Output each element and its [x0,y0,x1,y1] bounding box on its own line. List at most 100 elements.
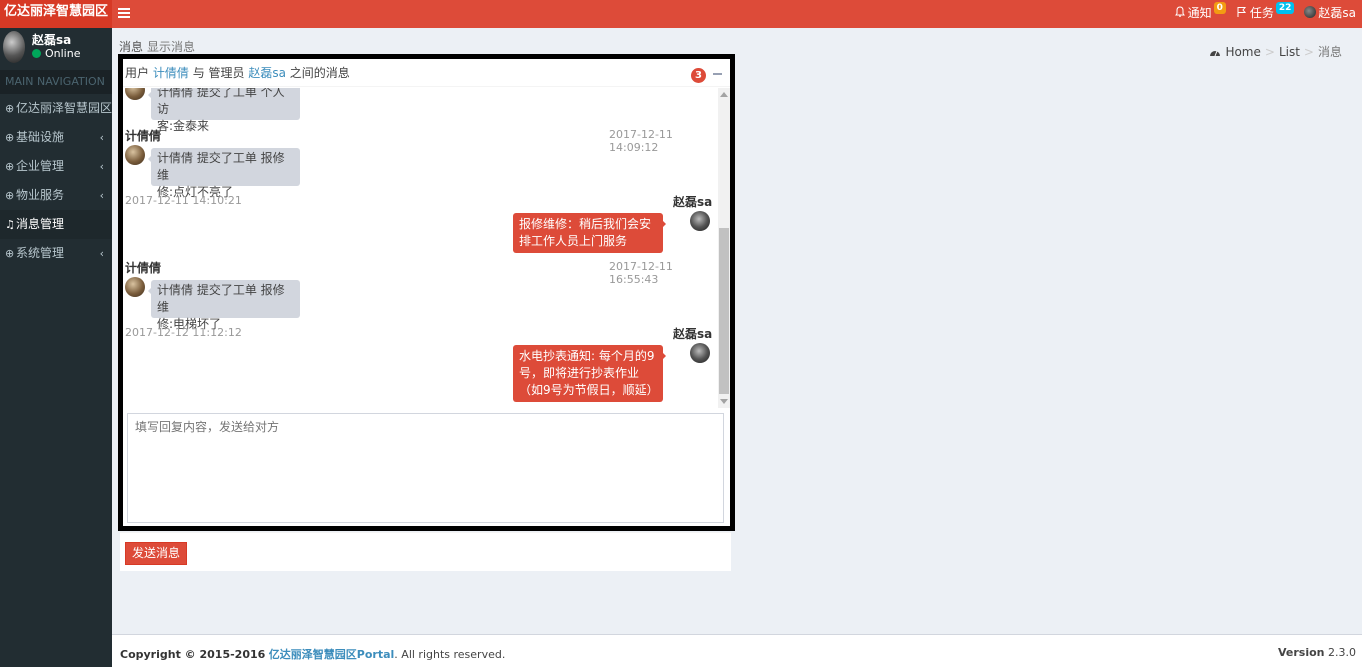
user-avatar [125,145,145,165]
chat-header-suffix: 之间的消息 [289,66,350,80]
tasks-count-badge: 22 [1275,2,1295,14]
top-navbar: 通知 0 任务 22 赵磊sa [112,0,1362,28]
bell-icon [1174,6,1185,17]
dashboard-icon: ⊕ [5,247,15,260]
sidebar-item-label: 基础设施 [16,130,65,144]
collapse-icon[interactable] [713,73,722,75]
user-avatar [125,277,145,297]
message-line: 排工作人员上门服务 [519,234,628,248]
sidebar-item-label: 系统管理 [16,246,65,260]
scroll-up-icon[interactable] [720,92,728,97]
sidebar-user-name: 赵磊sa [32,33,72,47]
message-time: 2017-12-11 14:10:21 [125,194,242,207]
user-status[interactable]: Online [32,47,80,60]
chevron-left-icon: ‹ [99,131,104,144]
user-panel: 赵磊sa Online [0,28,112,70]
message-sender: 赵磊sa [673,195,713,209]
version-label: Version [1277,646,1325,659]
footer-brand-link[interactable]: 亿达丽泽智慧园区Portal [269,648,395,661]
chat-messages[interactable]: 计倩倩 提交了工单 个人访 客:金泰来 计倩倩 2017-12-11 14:09… [123,88,718,408]
scroll-down-icon[interactable] [720,399,728,404]
copyright: Copyright © 2015-2016 亿达丽泽智慧园区Portal. Al… [120,646,505,662]
breadcrumb: Home > List > 消息 [1209,43,1342,60]
dashboard-icon: ⊕ [5,189,15,202]
dashboard-icon: ⊕ [5,131,15,144]
message-bubble: 报修维修：稍后我们会安 排工作人员上门服务 [513,213,666,253]
send-message-button[interactable]: 发送消息 [125,542,188,565]
user-menu-name: 赵磊sa [1318,5,1356,20]
chevron-left-icon: ‹ [99,189,104,202]
sidebar-item-label: 消息管理 [16,217,65,231]
top-nav-menu: 通知 0 任务 22 赵磊sa [1174,0,1356,24]
online-status-icon [32,49,41,58]
chat-header: 用户 计倩倩 与 管理员 赵磊sa 之间的消息 3 [123,59,730,87]
sidebar-item-label: 企业管理 [16,159,65,173]
message-bubble: 水电抄表通知: 每个月的9 号，即将进行抄表作业 （如9号为节假日，顺延） [513,345,666,402]
chat-header-prefix: 用户 [125,66,150,80]
sidebar-item-label: 物业服务 [16,188,65,202]
copyright-text: Copyright © 2015-2016 [120,648,266,661]
breadcrumb-home[interactable]: Home [1225,45,1260,59]
breadcrumb-list[interactable]: List [1279,45,1300,59]
message-line: 报修维修：稍后我们会安 [519,217,652,231]
version-info: Version 2.3.0 [1278,646,1356,659]
sidebar-item-enterprise[interactable]: ⊕ 企业管理 ‹ [0,152,112,181]
chevron-left-icon: ‹ [99,160,104,173]
dashboard-icon [1210,50,1221,56]
sidebar-item-property[interactable]: ⊕ 物业服务 ‹ [0,181,112,210]
message-time: 2017-12-11 16:55:43 [609,260,673,286]
page-title-text: 消息 [119,40,144,54]
message-time: 2017-12-12 11:12:12 [125,326,242,339]
user-avatar-small [1304,6,1317,18]
sidebar: 赵磊sa Online MAIN NAVIGATION ⊕ 亿达丽泽智慧园区 ⊕ 基… [0,28,112,667]
sidebar-item-messages[interactable]: ♫消息管理 [0,210,112,239]
message-line: 号，即将进行抄表作业 [519,366,640,380]
sidebar-item-park[interactable]: ⊕ 亿达丽泽智慧园区 [0,94,112,123]
user-status-label: Online [45,47,81,60]
message-line: 计倩倩 提交了工单 报修维 [157,283,285,314]
message-line: 客:金泰来 [157,119,210,133]
sidebar-item-infrastructure[interactable]: ⊕ 基础设施 ‹ [0,123,112,152]
user-avatar [3,31,25,63]
dashboard-icon: ⊕ [5,102,15,115]
breadcrumb-separator: > [1264,44,1275,59]
sidebar-item-system[interactable]: ⊕ 系统管理 ‹ [0,239,112,268]
scroll-thumb[interactable] [719,228,729,394]
admin-avatar [690,211,710,231]
breadcrumb-current: 消息 [1317,45,1342,59]
chat-user-link[interactable]: 计倩倩 [153,66,189,80]
message-line: 计倩倩 提交了工单 报修维 [157,151,285,182]
page-title: 消息 显示消息 [119,38,195,55]
chevron-left-icon: ‹ [99,247,104,260]
message-bubble: 计倩倩 提交了工单 报修维 修:点灯不亮了 [148,148,300,199]
message-count-badge: 3 [691,68,706,83]
user-avatar [125,88,145,100]
user-menu[interactable]: 赵磊sa [1304,4,1356,21]
message-bubble: 计倩倩 提交了工单 报修维 修:电梯坏了 [148,280,300,331]
message-line: 计倩倩 提交了工单 个人访 [157,88,285,116]
chat-admin-link[interactable]: 赵磊sa [248,66,286,80]
sidebar-toggle-icon[interactable] [118,8,130,18]
message-time: 2017-12-11 14:09:12 [609,128,673,154]
message-sender: 计倩倩 [125,129,162,143]
notifications-count-badge: 0 [1213,2,1226,14]
footer-rights: . All rights reserved. [394,648,506,661]
dashboard-icon: ⊕ [5,160,15,173]
direct-chat-box: 用户 计倩倩 与 管理员 赵磊sa 之间的消息 3 计倩倩 提交了工单 个人访 … [118,54,735,531]
notifications-label: 通知 [1187,5,1212,20]
version-number: 2.3.0 [1328,646,1356,659]
main-footer: Copyright © 2015-2016 亿达丽泽智慧园区Portal. Al… [112,634,1362,667]
chat-footer: 发送消息 [120,532,731,571]
reply-input[interactable] [127,413,724,523]
message-sender: 计倩倩 [125,261,162,275]
message-line: 水电抄表通知: 每个月的9 [519,349,655,363]
breadcrumb-separator: > [1303,44,1314,59]
flag-icon [1237,7,1246,17]
admin-avatar [690,343,710,363]
app-logo[interactable]: 亿达丽泽智慧园区 [0,0,112,28]
tasks-menu[interactable]: 任务 22 [1236,2,1295,21]
chat-header-mid: 与 管理员 [192,66,245,80]
bell-icon: ♫ [5,218,15,231]
notifications-menu[interactable]: 通知 0 [1174,2,1226,21]
chat-scrollbar[interactable] [718,88,730,408]
